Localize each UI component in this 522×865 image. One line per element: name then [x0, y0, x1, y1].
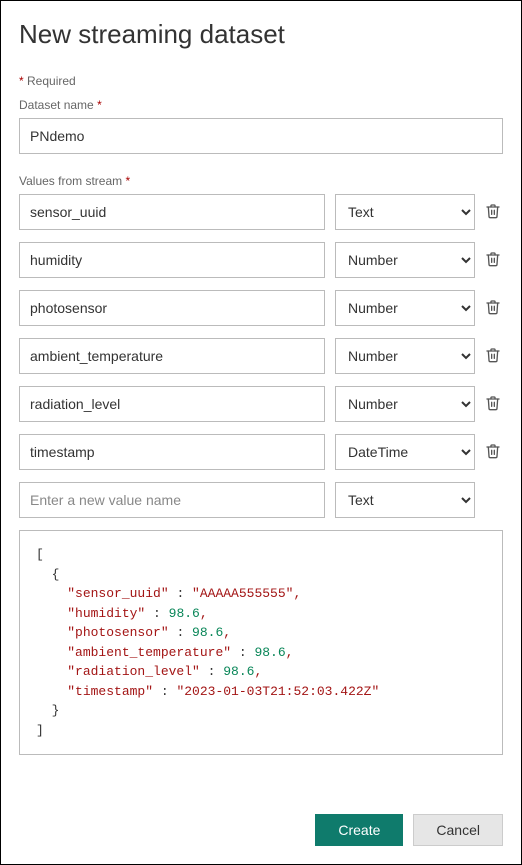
stream-rows: TextNumberDateTime TextNumberDateTime Text…: [19, 194, 503, 518]
delete-icon[interactable]: [485, 347, 503, 365]
delete-icon[interactable]: [485, 251, 503, 269]
create-button[interactable]: Create: [315, 814, 403, 846]
value-name-input[interactable]: [19, 290, 325, 326]
value-name-input[interactable]: [19, 338, 325, 374]
value-name-input[interactable]: [19, 242, 325, 278]
value-type-select[interactable]: TextNumberDateTime: [335, 194, 475, 230]
json-preview: [ { "sensor_uuid" : "AAAAA555555", "humi…: [19, 530, 503, 755]
delete-icon[interactable]: [485, 203, 503, 221]
stream-row: TextNumberDateTime: [19, 434, 503, 470]
footer: Create Cancel: [315, 814, 503, 846]
stream-row: TextNumberDateTime: [19, 386, 503, 422]
stream-row-new: TextNumberDateTime: [19, 482, 503, 518]
stream-row: TextNumberDateTime: [19, 290, 503, 326]
new-value-name-input[interactable]: [19, 482, 325, 518]
page-title: New streaming dataset: [19, 19, 503, 50]
values-from-stream-label: Values from stream *: [19, 174, 503, 188]
cancel-button[interactable]: Cancel: [413, 814, 503, 846]
value-type-select[interactable]: TextNumberDateTime: [335, 338, 475, 374]
delete-icon[interactable]: [485, 395, 503, 413]
required-note: * Required: [19, 74, 503, 88]
stream-row: TextNumberDateTime: [19, 194, 503, 230]
dataset-name-label: Dataset name *: [19, 98, 503, 112]
value-type-select[interactable]: TextNumberDateTime: [335, 386, 475, 422]
delete-icon[interactable]: [485, 443, 503, 461]
stream-row: TextNumberDateTime: [19, 338, 503, 374]
dataset-name-input[interactable]: [19, 118, 503, 154]
value-type-select[interactable]: TextNumberDateTime: [335, 434, 475, 470]
value-type-select[interactable]: TextNumberDateTime: [335, 242, 475, 278]
delete-icon[interactable]: [485, 299, 503, 317]
stream-row: TextNumberDateTime: [19, 242, 503, 278]
value-name-input[interactable]: [19, 434, 325, 470]
value-name-input[interactable]: [19, 386, 325, 422]
new-value-type-select[interactable]: TextNumberDateTime: [335, 482, 475, 518]
value-type-select[interactable]: TextNumberDateTime: [335, 290, 475, 326]
value-name-input[interactable]: [19, 194, 325, 230]
